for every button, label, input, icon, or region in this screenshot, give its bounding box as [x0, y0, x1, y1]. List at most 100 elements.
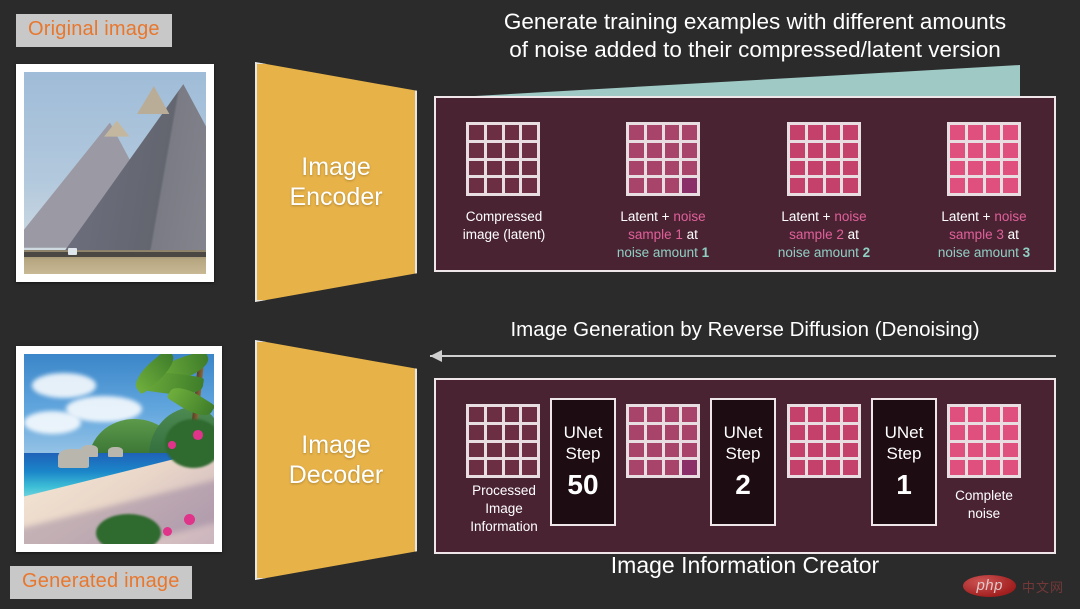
latent-cell [469, 160, 484, 176]
latent-cell [825, 178, 841, 193]
flower [168, 441, 176, 449]
latent-cell [985, 407, 1001, 422]
latent-cell [522, 460, 537, 475]
latent-cell [629, 125, 644, 140]
latent-cell [664, 160, 680, 176]
latent-cell [664, 424, 680, 440]
latent-cell [1003, 125, 1018, 140]
latent-cell [825, 142, 841, 158]
latent-cell [1003, 424, 1018, 440]
latent-cell [486, 424, 502, 440]
latent-cell [629, 142, 644, 158]
top-heading: Generate training examples with differen… [503, 9, 1007, 63]
latent-cell [522, 125, 537, 140]
latent-cell [807, 442, 823, 458]
latent-cell [967, 407, 983, 422]
rock [81, 445, 99, 457]
latent-cell [950, 442, 965, 458]
latent-cell [807, 407, 823, 422]
latent-cell [646, 125, 662, 140]
generated-image-photo [16, 346, 222, 552]
latent-cell [486, 125, 502, 140]
latent-cell [825, 442, 841, 458]
latent-cell [629, 424, 644, 440]
cloud [31, 373, 97, 398]
original-image-photo [16, 64, 214, 282]
latent-cell [469, 407, 484, 422]
latent-cell [807, 178, 823, 193]
latent-cell [486, 407, 502, 422]
latent-cell [825, 407, 841, 422]
flower [183, 513, 195, 525]
latent-cell [807, 142, 823, 158]
latent-cell [843, 407, 858, 422]
latent-grid-caption: Complete noise [955, 488, 1013, 521]
latent-cell [967, 424, 983, 440]
beach-illustration [24, 354, 214, 544]
latent-cell [504, 407, 520, 422]
original-image-label: Original image [16, 14, 172, 47]
noise-amount-wedge [475, 65, 1020, 96]
latent-cell [522, 442, 537, 458]
latent-cell [469, 125, 484, 140]
latent-cell [843, 125, 858, 140]
latent-cell [825, 460, 841, 475]
php-watermark: php 中文网 [963, 575, 1064, 597]
latent-cell [469, 424, 484, 440]
latent-cell [950, 125, 965, 140]
latent-cell [807, 125, 823, 140]
latent-cell [646, 178, 662, 193]
latent-cell [1003, 142, 1018, 158]
unet-step-number: 50 [567, 469, 599, 501]
latent-cell [825, 125, 841, 140]
unet-title: UNet Step [723, 422, 763, 463]
latent-cell [1003, 407, 1018, 422]
latent-grid-caption: Latent + noise sample 2 at noise amount … [777, 209, 871, 260]
latent-cell [469, 178, 484, 193]
php-logo-icon: php [963, 575, 1016, 597]
flower [193, 430, 203, 440]
latent-cell [469, 442, 484, 458]
latent-cell [682, 142, 697, 158]
latent-cell [985, 442, 1001, 458]
latent-cell [486, 460, 502, 475]
latent-cell [967, 178, 983, 193]
latent-cell [985, 142, 1001, 158]
latent-cell [1003, 160, 1018, 176]
latent-cell [843, 160, 858, 176]
latent-cell [629, 178, 644, 193]
image-encoder-block: Image Encoder [255, 62, 417, 302]
diagram-canvas: Original image Generated image Image Enc… [0, 0, 1080, 609]
latent-cell [950, 142, 965, 158]
latent-cell [646, 160, 662, 176]
latent-cell [1003, 460, 1018, 475]
latent-cell [825, 160, 841, 176]
latent-cell [646, 407, 662, 422]
latent-cell [504, 178, 520, 193]
latent-cell [843, 442, 858, 458]
latent-cell [967, 142, 983, 158]
latent-cell [486, 142, 502, 158]
latent-cell [664, 407, 680, 422]
latent-cell [682, 460, 697, 475]
image-decoder-label: Image Decoder [288, 430, 384, 490]
latent-cell [486, 178, 502, 193]
unet-title: UNet Step [884, 422, 924, 463]
latent-cell [1003, 178, 1018, 193]
latent-cell [629, 407, 644, 422]
latent-cell [522, 178, 537, 193]
latent-grid [626, 404, 700, 478]
latent-cell [985, 178, 1001, 193]
road [24, 251, 206, 257]
latent-cell [807, 424, 823, 440]
latent-cell [790, 142, 805, 158]
latent-cell [807, 460, 823, 475]
latent-cell [825, 424, 841, 440]
latent-grid-caption: Compressed image (latent) [462, 209, 546, 242]
latent-grid [947, 404, 1021, 478]
latent-cell [950, 407, 965, 422]
latent-cell [629, 460, 644, 475]
latent-cell [682, 125, 697, 140]
latent-cell [664, 460, 680, 475]
unet-title: UNet Step [563, 422, 603, 463]
